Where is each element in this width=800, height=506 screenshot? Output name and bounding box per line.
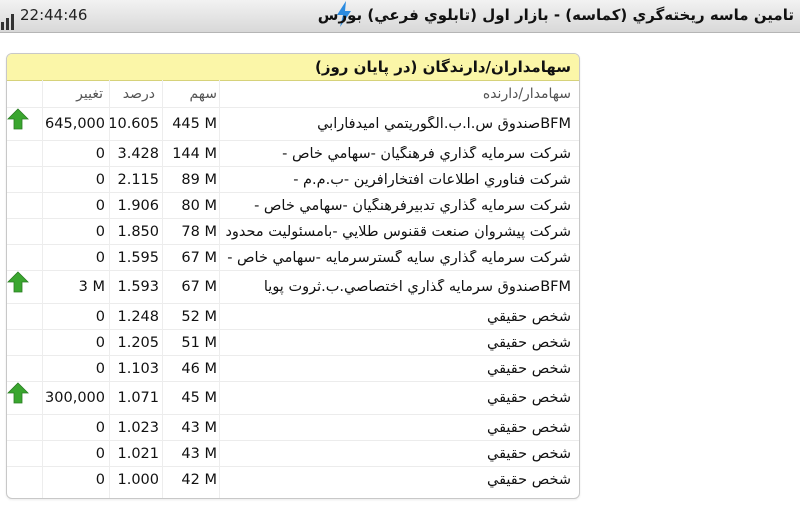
table-header: سهامدار/دارنده سهم درصد تغيير (7, 81, 579, 107)
percent-value: 1.021 (117, 445, 159, 462)
percent-value: 1.000 (117, 471, 159, 488)
shares-value: 46 M (181, 360, 217, 377)
change-value: 300,000 (45, 390, 105, 406)
up-arrow-icon (7, 271, 29, 293)
percent-value: 3.428 (117, 145, 159, 162)
percent-value: 2.115 (117, 171, 159, 188)
shares-value: 43 M (181, 419, 217, 436)
panel-title: سهامداران/دارندگان (در پايان روز) (7, 54, 579, 81)
percent-value: 10.605 (108, 116, 159, 132)
table-row[interactable]: BFMصندوق س.ا.ب.الگوريتمي اميدفارابي 445 M… (7, 107, 579, 140)
shares-value: 45 M (181, 390, 217, 406)
change-value: 0 (95, 445, 105, 462)
change-value: 0 (95, 308, 105, 325)
percent-value: 1.103 (117, 360, 159, 377)
change-value: 0 (95, 171, 105, 188)
shares-value: 52 M (181, 308, 217, 325)
table-row[interactable]: شخص حقيقي 46 M 1.103 0 (7, 355, 579, 381)
percent-value: 1.595 (117, 249, 159, 266)
shares-value: 78 M (181, 223, 217, 240)
holder-name: شركت سرمايه گذاري فرهنگيان -سهامي خاص - (282, 145, 571, 162)
percent-value: 1.071 (117, 390, 159, 406)
shares-value: 43 M (181, 445, 217, 462)
holder-name: شخص حقيقي (487, 471, 571, 488)
table-row[interactable]: شخص حقيقي 42 M 1.000 0 (7, 466, 579, 492)
column-header-shares: سهم (189, 86, 217, 102)
symbol-title: تامين ماسه ريخته‌گري (كماسه) - بازار اول… (317, 6, 794, 24)
shares-value: 42 M (181, 471, 217, 488)
change-value: 0 (95, 223, 105, 240)
up-arrow-icon (7, 382, 29, 404)
holder-name: شخص حقيقي (487, 390, 571, 406)
change-value: 0 (95, 145, 105, 162)
change-value: 0 (95, 197, 105, 214)
shares-value: 67 M (181, 249, 217, 266)
table-row[interactable]: شركت سرمايه گذاري فرهنگيان -سهامي خاص - 1… (7, 140, 579, 166)
shareholders-table: BFMصندوق س.ا.ب.الگوريتمي اميدفارابي 445 M… (7, 107, 579, 492)
holder-name: شركت سرمايه گذاري تدبيرفرهنگيان -سهامي خ… (254, 197, 571, 214)
change-value: 0 (95, 419, 105, 436)
column-header-percent: درصد (122, 86, 155, 102)
shares-value: 89 M (181, 171, 217, 188)
column-header-holder: سهامدار/دارنده (482, 86, 571, 102)
percent-value: 1.850 (117, 223, 159, 240)
column-header-change: تغيير (76, 86, 103, 102)
shares-value: 445 M (172, 116, 217, 132)
change-value: 0 (95, 249, 105, 266)
change-value: 645,000 (45, 116, 105, 132)
holder-name: BFMصندوق سرمايه گذاري اختصاصي.ب.ثروت پوي… (263, 279, 571, 295)
shares-value: 67 M (181, 279, 217, 295)
shares-value: 80 M (181, 197, 217, 214)
holder-name: BFMصندوق س.ا.ب.الگوريتمي اميدفارابي (317, 116, 571, 132)
percent-value: 1.023 (117, 419, 159, 436)
bar-chart-icon (1, 14, 14, 30)
table-row[interactable]: شركت سرمايه گذاري تدبيرفرهنگيان -سهامي خ… (7, 192, 579, 218)
holder-name: شركت پيشروان صنعت ققنوس طلايي -بامسئوليت… (225, 223, 571, 240)
table-row[interactable]: شركت پيشروان صنعت ققنوس طلايي -بامسئوليت… (7, 218, 579, 244)
table-row[interactable]: شخص حقيقي 51 M 1.205 0 (7, 329, 579, 355)
up-arrow-icon (7, 108, 29, 130)
table-row[interactable]: شخص حقيقي 43 M 1.021 0 (7, 440, 579, 466)
shares-value: 144 M (172, 145, 217, 162)
table-row[interactable]: شخص حقيقي 52 M 1.248 0 (7, 303, 579, 329)
holder-name: شركت فناوري اطلاعات افتخارآفرين -ب.م.م - (293, 171, 571, 188)
table-row[interactable]: شخص حقيقي 45 M 1.071 300,000 (7, 381, 579, 414)
change-value: 3 M (78, 279, 105, 295)
change-value: 0 (95, 471, 105, 488)
holder-name: شخص حقيقي (487, 308, 571, 325)
change-value: 0 (95, 334, 105, 351)
holder-name: شركت سرمايه گذاري سايه گسترسرمايه -سهامي… (227, 249, 571, 266)
status-bar: 22:44:46 تامين ماسه ريخته‌گري (كماسه) - … (0, 0, 800, 33)
table-row[interactable]: شركت سرمايه گذاري سايه گسترسرمايه -سهامي… (7, 244, 579, 270)
shareholders-panel: سهامداران/دارندگان (در پايان روز) سهامدا… (6, 53, 580, 499)
holder-name: شخص حقيقي (487, 334, 571, 351)
percent-value: 1.906 (117, 197, 159, 214)
percent-value: 1.593 (117, 279, 159, 295)
table-row[interactable]: BFMصندوق سرمايه گذاري اختصاصي.ب.ثروت پوي… (7, 270, 579, 303)
percent-value: 1.205 (117, 334, 159, 351)
table-row[interactable]: شخص حقيقي 43 M 1.023 0 (7, 414, 579, 440)
holder-name: شخص حقيقي (487, 445, 571, 462)
holder-name: شخص حقيقي (487, 360, 571, 377)
table-row[interactable]: شركت فناوري اطلاعات افتخارآفرين -ب.م.م -… (7, 166, 579, 192)
change-value: 0 (95, 360, 105, 377)
clock-time: 22:44:46 (20, 6, 88, 24)
percent-value: 1.248 (117, 308, 159, 325)
shares-value: 51 M (181, 334, 217, 351)
holder-name: شخص حقيقي (487, 419, 571, 436)
